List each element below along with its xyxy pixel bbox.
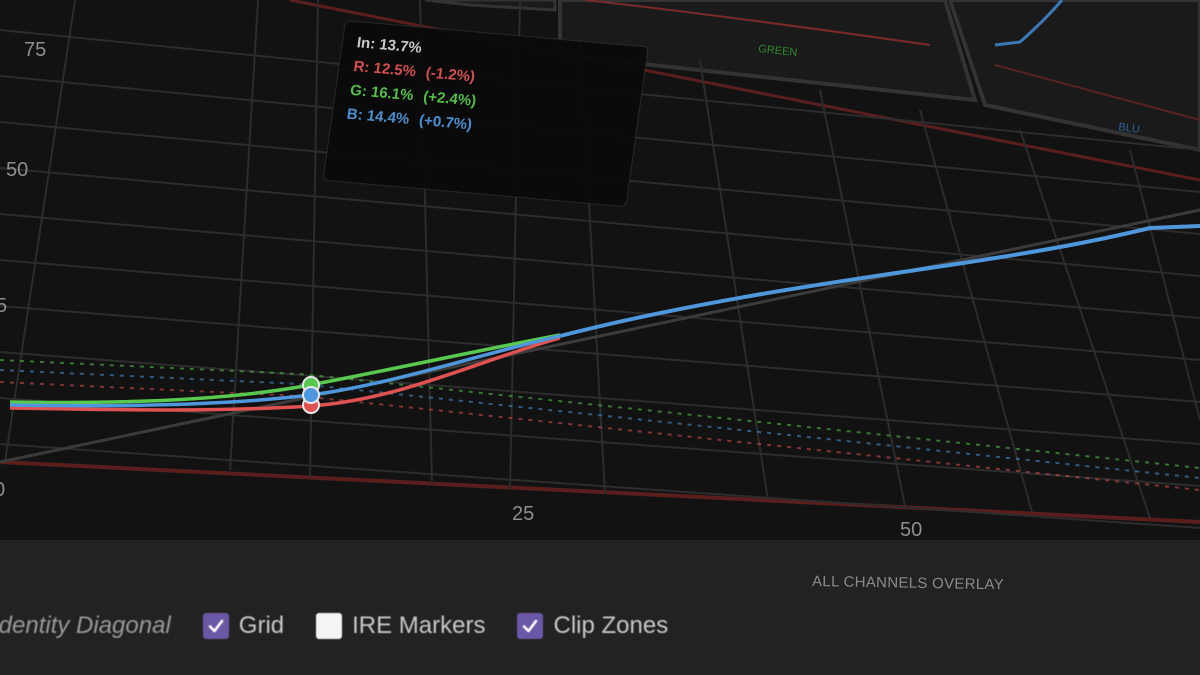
tooltip-green-value: G: 16.1%: [349, 81, 415, 105]
tooltip-green-delta: (+2.4%): [422, 88, 478, 110]
ire-markers-label: IRE Markers: [352, 612, 486, 639]
identity-diagonal-label: Identity Diagonal: [0, 612, 171, 639]
tooltip-red-value: R: 12.5%: [352, 57, 418, 81]
blue-control-point[interactable]: [302, 386, 320, 404]
tooltip-red-delta: (-1.2%): [424, 64, 477, 86]
clip-zones-option[interactable]: Clip Zones: [499, 612, 668, 640]
x-tick-0: 0: [0, 479, 5, 501]
x-tick-50: 50: [900, 519, 922, 541]
identity-diagonal-option[interactable]: Identity Diagonal: [0, 612, 171, 640]
y-tick-25: 5: [0, 295, 7, 317]
curve-editor: GREEN BLU 75 50 5 0 25 50 In: 13.7% R: 1…: [0, 0, 1200, 675]
tooltip-blue-delta: (+0.7%): [417, 111, 474, 134]
section-label-layer: ALL CHANNELS OVERLAY: [812, 573, 1004, 593]
control-points[interactable]: [302, 376, 320, 414]
display-options: Identity Diagonal Grid IRE Markers Clip …: [0, 608, 682, 644]
grid-label: Grid: [238, 612, 285, 639]
check-icon: [208, 619, 224, 633]
grid-option[interactable]: Grid: [185, 612, 284, 640]
check-icon: [523, 619, 538, 633]
ire-markers-option[interactable]: IRE Markers: [298, 612, 485, 640]
ire-markers-checkbox[interactable]: [316, 613, 343, 639]
clip-zones-label: Clip Zones: [553, 612, 669, 639]
grid-checkbox[interactable]: [202, 613, 229, 639]
y-tick-75: 75: [24, 39, 46, 61]
section-label: ALL CHANNELS OVERLAY: [812, 573, 1004, 593]
clip-zones-checkbox[interactable]: [517, 613, 544, 639]
y-tick-50: 50: [6, 159, 28, 181]
value-tooltip: In: 13.7% R: 12.5% (-1.2%) G: 16.1% (+2.4%…: [322, 20, 649, 208]
x-tick-25: 25: [512, 503, 534, 525]
tooltip-blue-value: B: 14.4%: [345, 105, 411, 128]
